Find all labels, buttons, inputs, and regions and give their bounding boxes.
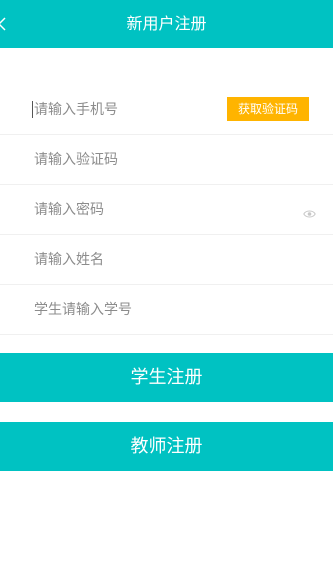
student-id-row: [0, 285, 333, 335]
code-row: [0, 135, 333, 185]
app-header: 新用户注册: [0, 0, 333, 48]
verification-code-input[interactable]: [34, 135, 214, 184]
name-row: [0, 235, 333, 285]
phone-input[interactable]: [34, 85, 214, 134]
password-row: [0, 185, 333, 235]
get-code-button[interactable]: 获取验证码: [227, 97, 309, 121]
eye-icon[interactable]: [303, 204, 316, 218]
student-register-button[interactable]: 学生注册: [0, 353, 333, 402]
name-input[interactable]: [34, 235, 214, 284]
teacher-register-button[interactable]: 教师注册: [0, 422, 333, 471]
student-id-input[interactable]: [34, 285, 214, 334]
phone-row: 获取验证码: [0, 85, 333, 135]
page-title: 新用户注册: [126, 14, 207, 33]
password-input[interactable]: [34, 185, 214, 234]
text-cursor: [32, 101, 33, 118]
registration-form: 获取验证码: [0, 85, 333, 335]
